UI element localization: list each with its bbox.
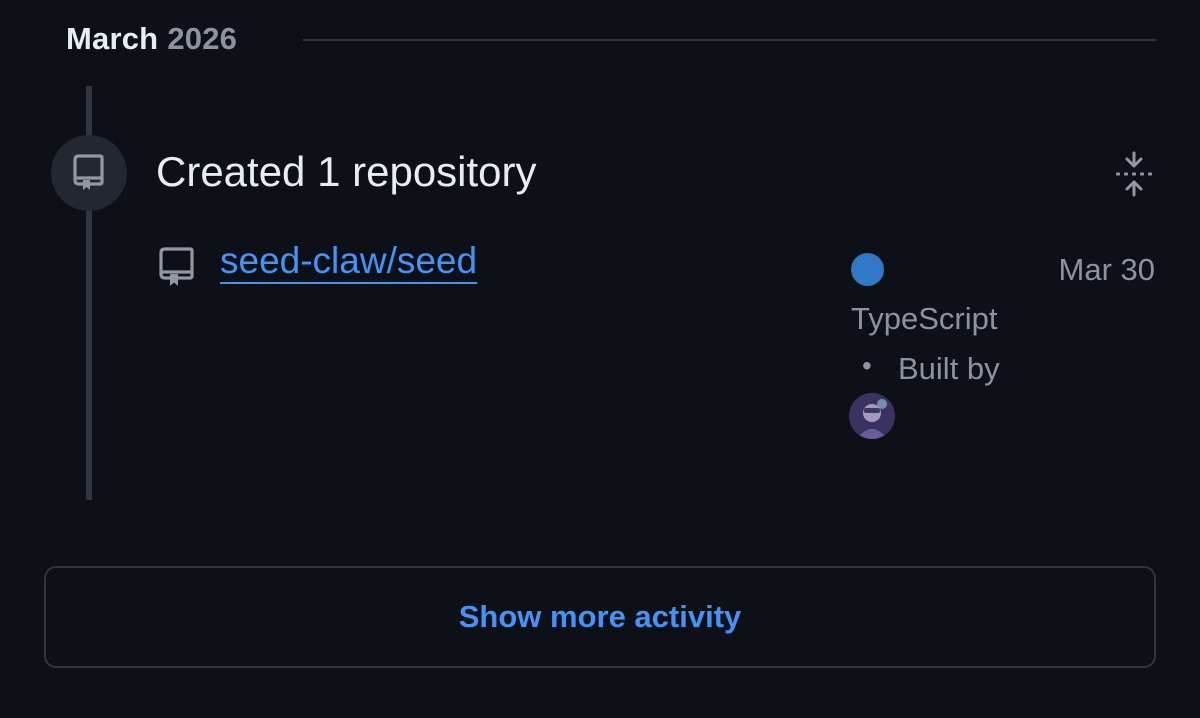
repo-icon <box>159 247 194 286</box>
month-label: March <box>66 21 159 56</box>
repo-link[interactable]: seed-claw/seed <box>220 240 477 282</box>
year-label: 2026 <box>167 21 238 56</box>
repo-icon <box>73 154 104 190</box>
separator-bullet: • <box>862 350 872 381</box>
built-by-label: Built by <box>898 351 1000 386</box>
avatar-image <box>849 393 895 439</box>
section-title: Created 1 repository <box>156 148 537 195</box>
timeline-badge <box>51 135 127 211</box>
language-name: TypeScript <box>851 301 998 336</box>
contributor-avatar[interactable] <box>849 393 895 439</box>
collapse-button[interactable] <box>1110 150 1158 198</box>
month-divider <box>303 39 1156 41</box>
language-color-dot <box>851 253 884 286</box>
show-more-activity-button[interactable]: Show more activity <box>44 566 1156 668</box>
repo-date: Mar 30 <box>1058 252 1155 287</box>
fold-icon <box>1116 151 1152 197</box>
month-header: March 2026 <box>66 18 237 60</box>
